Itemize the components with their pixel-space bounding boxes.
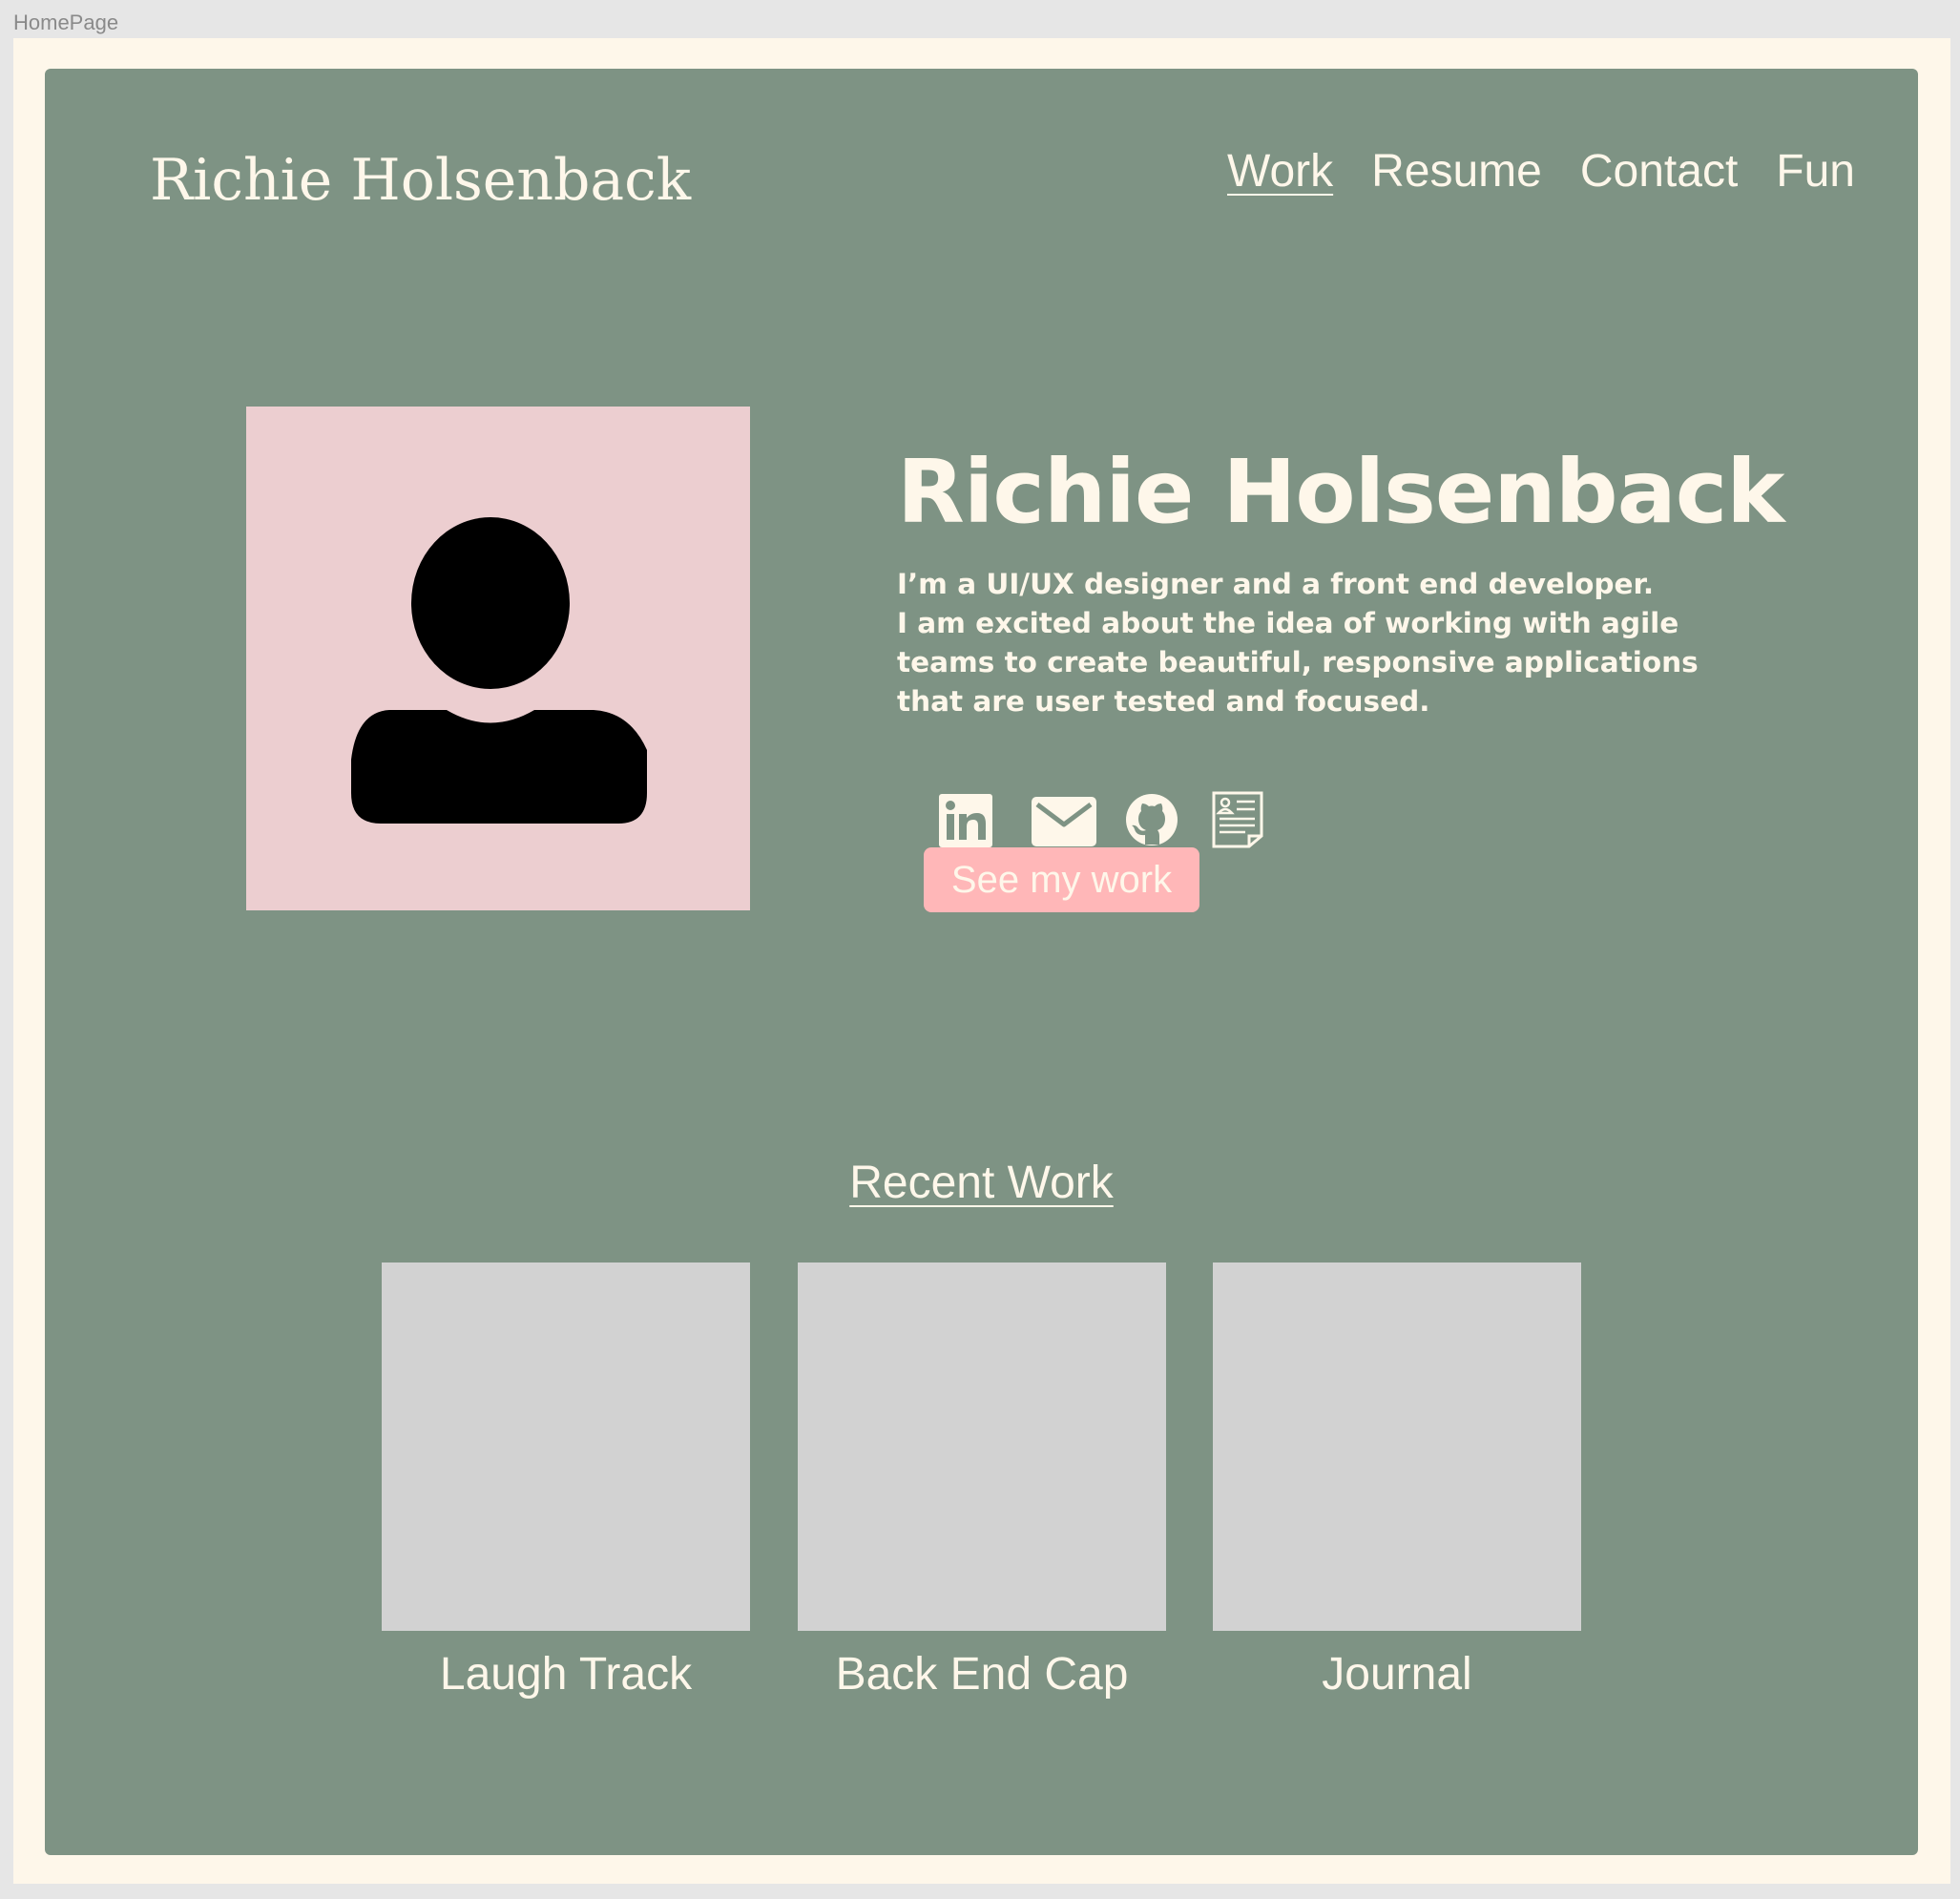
- nav-link-contact[interactable]: Contact: [1580, 145, 1738, 198]
- bio-line: I’m a UI/UX designer and a front end dev…: [897, 568, 1655, 600]
- hero-bio: I’m a UI/UX designer and a front end dev…: [897, 565, 1756, 721]
- project-card-back-end-cap[interactable]: Back End Cap: [798, 1263, 1166, 1701]
- project-card-journal[interactable]: Journal: [1213, 1263, 1581, 1701]
- hero-title: Richie Holsenback: [897, 441, 1784, 543]
- linkedin-icon[interactable]: [937, 792, 994, 854]
- project-thumbnail[interactable]: [382, 1263, 750, 1631]
- project-card-laugh-track[interactable]: Laugh Track: [382, 1263, 750, 1701]
- bio-line: that are user tested and focused.: [897, 685, 1430, 718]
- frame-label: HomePage: [13, 10, 119, 34]
- nav-link-resume[interactable]: Resume: [1371, 145, 1542, 198]
- bio-line: teams to create beautiful, responsive ap…: [897, 646, 1699, 678]
- bio-line: I am excited about the idea of working w…: [897, 607, 1679, 639]
- nav-link-work[interactable]: Work: [1227, 145, 1333, 198]
- profile-photo-placeholder: [246, 407, 750, 910]
- main-nav: Work Resume Contact Fun: [1227, 145, 1855, 198]
- artboard: Richie Holsenback Work Resume Contact Fu…: [13, 38, 1950, 1884]
- home-page: Richie Holsenback Work Resume Contact Fu…: [45, 69, 1918, 1855]
- nav-link-fun[interactable]: Fun: [1776, 145, 1855, 198]
- project-thumbnail[interactable]: [798, 1263, 1166, 1631]
- resume-document-icon[interactable]: [1211, 790, 1264, 854]
- recent-work-heading[interactable]: Recent Work: [45, 1157, 1918, 1209]
- project-thumbnail[interactable]: [1213, 1263, 1581, 1631]
- see-my-work-button[interactable]: See my work: [924, 847, 1199, 912]
- project-title[interactable]: Back End Cap: [798, 1648, 1166, 1701]
- github-icon[interactable]: [1124, 792, 1179, 852]
- project-title[interactable]: Journal: [1213, 1648, 1581, 1701]
- project-title[interactable]: Laugh Track: [382, 1648, 750, 1701]
- email-icon[interactable]: [1031, 796, 1097, 852]
- site-logo[interactable]: Richie Holsenback: [150, 147, 691, 214]
- user-avatar-icon: [351, 517, 647, 824]
